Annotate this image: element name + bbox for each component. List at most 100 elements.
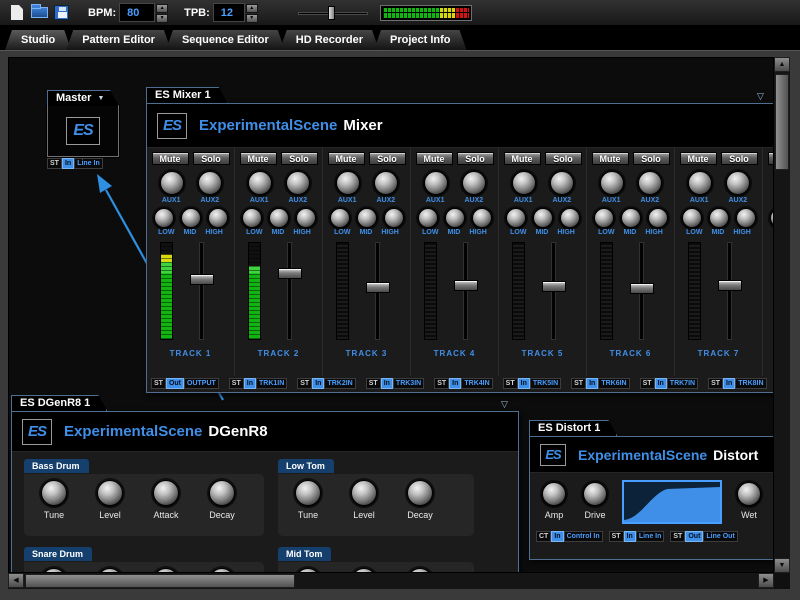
solo-button[interactable]: Solo — [281, 152, 318, 165]
aux1-knob[interactable] — [600, 171, 624, 195]
connector[interactable]: STInLine In — [47, 158, 103, 169]
low-knob[interactable] — [594, 208, 614, 228]
aux1-knob[interactable] — [424, 171, 448, 195]
wet-knob[interactable] — [737, 482, 761, 506]
connector[interactable]: STInTRK6IN — [571, 378, 629, 389]
connector[interactable]: STInTRK8IN — [708, 378, 766, 389]
connector[interactable]: STInTRK1IN — [229, 378, 287, 389]
low-knob[interactable] — [242, 208, 262, 228]
low-knob[interactable] — [682, 208, 702, 228]
mid-knob[interactable] — [709, 208, 729, 228]
aux2-knob[interactable] — [286, 171, 310, 195]
aux2-knob[interactable] — [462, 171, 486, 195]
bpm-down-button[interactable]: ▼ — [156, 14, 168, 23]
level-knob[interactable] — [97, 480, 123, 506]
fader-handle[interactable] — [542, 281, 566, 292]
dgenr8-rollup-button[interactable]: ▽ — [501, 399, 508, 409]
aux2-knob[interactable] — [726, 171, 750, 195]
connector[interactable]: STOutLine Out — [670, 531, 737, 542]
dgenr8-window-tab[interactable]: ES DGenR8 1 — [11, 395, 107, 411]
tune-knob[interactable] — [41, 480, 67, 506]
mute-button[interactable]: Mute — [240, 152, 277, 165]
connector-port[interactable]: TRK4IN — [461, 378, 492, 389]
horizontal-scroll-thumb[interactable] — [25, 574, 295, 588]
high-knob[interactable] — [736, 208, 756, 228]
open-button[interactable] — [28, 2, 50, 24]
connector-port[interactable]: TRK2IN — [324, 378, 355, 389]
mute-button[interactable]: Mute — [680, 152, 717, 165]
fader-handle[interactable] — [366, 282, 390, 293]
tab-pattern-editor[interactable]: Pattern Editor — [66, 30, 171, 50]
connector-port[interactable]: TRK7IN — [667, 378, 698, 389]
master-volume-slider[interactable] — [298, 4, 368, 22]
aux1-knob[interactable] — [688, 171, 712, 195]
connector[interactable]: STInTRK7IN — [640, 378, 698, 389]
new-button[interactable] — [6, 2, 28, 24]
aux1-knob[interactable] — [248, 171, 272, 195]
connector-port[interactable]: TRK1IN — [256, 378, 287, 389]
mid-knob[interactable] — [357, 208, 377, 228]
high-knob[interactable] — [472, 208, 492, 228]
aux2-knob[interactable] — [550, 171, 574, 195]
connector-port[interactable]: TRK5IN — [530, 378, 561, 389]
connector[interactable]: STInLine In — [609, 531, 665, 542]
high-knob[interactable] — [648, 208, 668, 228]
tune-knob[interactable] — [295, 480, 321, 506]
mute-button[interactable]: Mute — [592, 152, 629, 165]
mid-knob[interactable] — [181, 208, 201, 228]
connector[interactable]: STOutOUTPUT — [151, 378, 219, 389]
connector-port[interactable]: TRK6IN — [598, 378, 629, 389]
low-knob[interactable] — [418, 208, 438, 228]
connector[interactable]: STInTRK5IN — [503, 378, 561, 389]
distort-window-tab[interactable]: ES Distort 1 — [529, 420, 617, 436]
low-knob[interactable] — [330, 208, 350, 228]
master-module[interactable]: ES — [47, 105, 119, 157]
aux1-knob[interactable] — [160, 171, 184, 195]
connector-port[interactable]: Line Out — [703, 531, 737, 542]
solo-button[interactable]: Solo — [369, 152, 406, 165]
mid-knob[interactable] — [445, 208, 465, 228]
high-knob[interactable] — [384, 208, 404, 228]
low-knob[interactable] — [506, 208, 526, 228]
solo-button[interactable]: Solo — [721, 152, 758, 165]
aux2-knob[interactable] — [198, 171, 222, 195]
scroll-left-button[interactable]: ◀ — [8, 573, 24, 588]
mute-button[interactable]: Mute — [328, 152, 365, 165]
mute-button[interactable]: Mute — [416, 152, 453, 165]
tab-studio[interactable]: Studio — [5, 30, 71, 50]
horizontal-scrollbar[interactable]: ◀ ▶ — [8, 573, 774, 589]
mixer-window-tab[interactable]: ES Mixer 1 — [146, 87, 228, 103]
fader-handle[interactable] — [630, 283, 654, 294]
solo-button[interactable]: Solo — [457, 152, 494, 165]
vertical-scroll-thumb[interactable] — [775, 74, 789, 170]
connector-port[interactable]: OUTPUT — [184, 378, 219, 389]
slider-thumb[interactable] — [328, 6, 335, 20]
aux1-knob[interactable] — [336, 171, 360, 195]
low-knob[interactable] — [154, 208, 174, 228]
tpb-up-button[interactable]: ▲ — [246, 4, 258, 13]
aux2-knob[interactable] — [638, 171, 662, 195]
save-button[interactable] — [50, 2, 72, 24]
tpb-value[interactable]: 12 — [214, 4, 244, 21]
mute-button[interactable]: Mute — [152, 152, 189, 165]
connector-port[interactable]: TRK3IN — [393, 378, 424, 389]
level-knob[interactable] — [351, 480, 377, 506]
solo-button[interactable]: Solo — [545, 152, 582, 165]
scroll-right-button[interactable]: ▶ — [758, 573, 774, 588]
mixer-rollup-button[interactable]: ▽ — [757, 91, 764, 101]
connector[interactable]: STInTRK2IN — [297, 378, 355, 389]
tab-sequence-editor[interactable]: Sequence Editor — [166, 30, 285, 50]
master-dropdown-icon[interactable]: ▼ — [97, 91, 104, 106]
amp-knob[interactable] — [542, 482, 566, 506]
distortion-curve-display[interactable] — [622, 480, 722, 524]
drive-knob[interactable] — [583, 482, 607, 506]
fader-handle[interactable] — [718, 280, 742, 291]
mute-button[interactable]: Mute — [504, 152, 541, 165]
scroll-down-button[interactable]: ▼ — [774, 558, 790, 573]
high-knob[interactable] — [296, 208, 316, 228]
fader-handle[interactable] — [190, 274, 214, 285]
mid-knob[interactable] — [269, 208, 289, 228]
mid-knob[interactable] — [533, 208, 553, 228]
tab-project-info[interactable]: Project Info — [374, 30, 467, 50]
decay-knob[interactable] — [407, 480, 433, 506]
